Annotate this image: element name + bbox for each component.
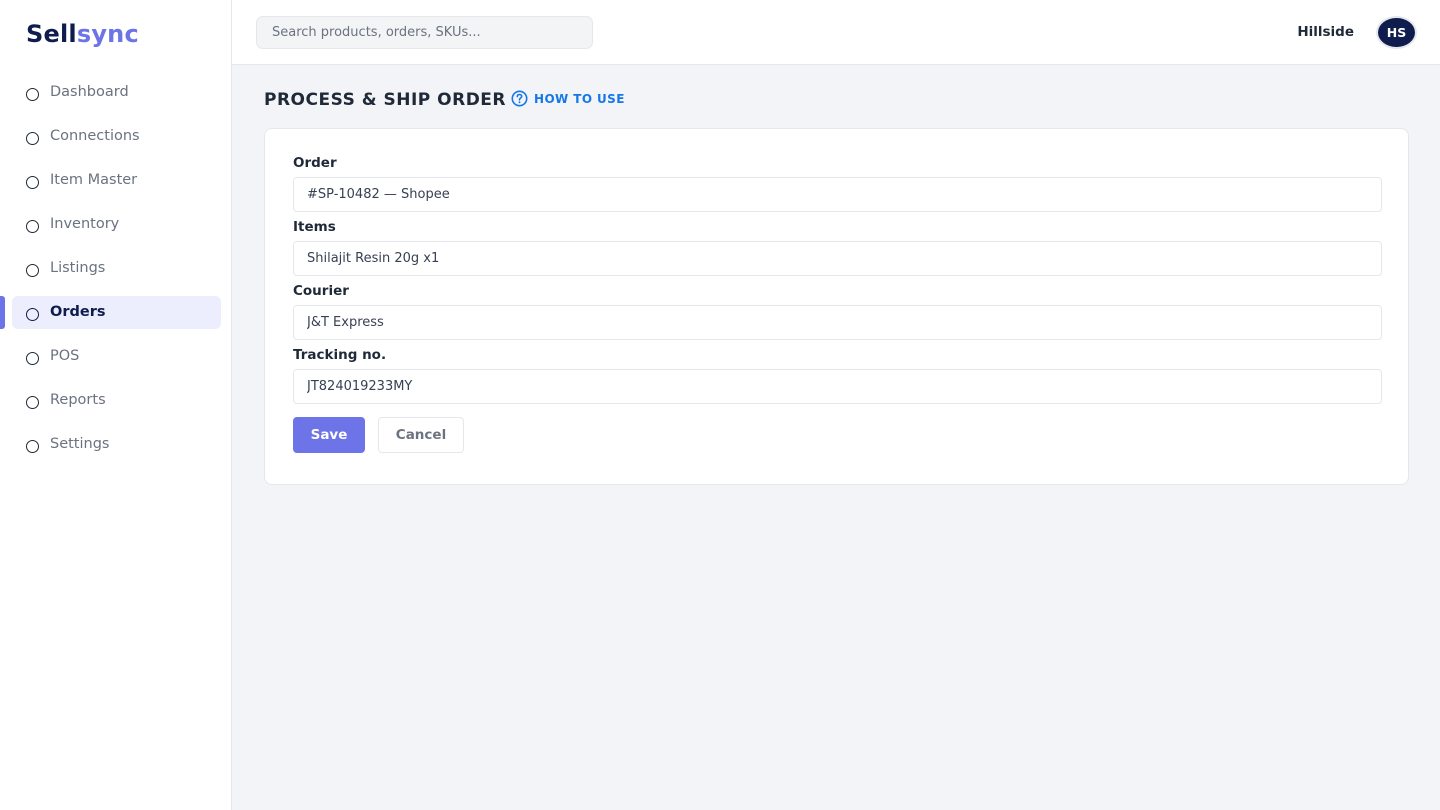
sidebar-item-label: Settings (50, 436, 110, 452)
brand-logo-part2: sync (76, 20, 139, 48)
sidebar-item-inventory[interactable]: Inventory (0, 208, 232, 242)
active-indicator (0, 296, 5, 329)
sidebar-item-item-master[interactable]: Item Master (0, 164, 232, 198)
sidebar-item-orders[interactable]: Orders (0, 296, 232, 330)
circle-icon (26, 176, 39, 189)
circle-icon (26, 132, 39, 145)
sidebar-item-label: Connections (50, 128, 140, 144)
sidebar-nav: Dashboard Connections Item Master Invent… (0, 76, 232, 472)
sidebar-item-settings[interactable]: Settings (0, 428, 232, 462)
circle-icon (26, 88, 39, 101)
active-highlight (12, 296, 221, 329)
courier-field[interactable] (293, 305, 1382, 340)
how-to-use-label: HOW TO USE (534, 91, 625, 106)
items-field[interactable] (293, 241, 1382, 276)
tracking-field[interactable] (293, 369, 1382, 404)
sidebar-item-label: Inventory (50, 216, 120, 232)
sidebar-item-pos[interactable]: POS (0, 340, 232, 374)
circle-icon (26, 352, 39, 365)
circle-icon (26, 440, 39, 453)
ship-order-form: Order Items Courier Tracking no. Save Ca… (264, 128, 1409, 485)
items-label: Items (293, 219, 336, 235)
sidebar-item-label: POS (50, 348, 80, 364)
avatar[interactable]: HS (1376, 16, 1417, 49)
sidebar-item-label: Listings (50, 260, 106, 276)
sidebar-item-label: Dashboard (50, 84, 129, 100)
question-circle-icon (511, 90, 528, 107)
brand-logo[interactable]: Sellsync (26, 20, 139, 48)
tracking-label: Tracking no. (293, 347, 387, 363)
circle-icon (26, 308, 39, 321)
sidebar: Sellsync Dashboard Connections Item Mast… (0, 0, 232, 810)
courier-label: Courier (293, 283, 349, 299)
order-field[interactable] (293, 177, 1382, 212)
sidebar-item-label: Item Master (50, 172, 138, 188)
sidebar-item-dashboard[interactable]: Dashboard (0, 76, 232, 110)
circle-icon (26, 264, 39, 277)
search-input[interactable] (256, 16, 593, 49)
top-bar: Hillside HS (232, 0, 1440, 65)
store-name: Hillside (1297, 24, 1354, 40)
sidebar-item-reports[interactable]: Reports (0, 384, 232, 418)
save-button[interactable]: Save (293, 417, 365, 453)
sidebar-item-label: Reports (50, 392, 106, 408)
circle-icon (26, 220, 39, 233)
sidebar-item-label: Orders (50, 304, 106, 320)
page-title: PROCESS & SHIP ORDER (264, 90, 507, 110)
sidebar-item-connections[interactable]: Connections (0, 120, 232, 154)
order-label: Order (293, 155, 337, 171)
circle-icon (26, 396, 39, 409)
cancel-button[interactable]: Cancel (378, 417, 464, 453)
sidebar-item-listings[interactable]: Listings (0, 252, 232, 286)
brand-logo-part1: Sell (26, 20, 77, 48)
how-to-use-link[interactable]: HOW TO USE (511, 90, 625, 107)
